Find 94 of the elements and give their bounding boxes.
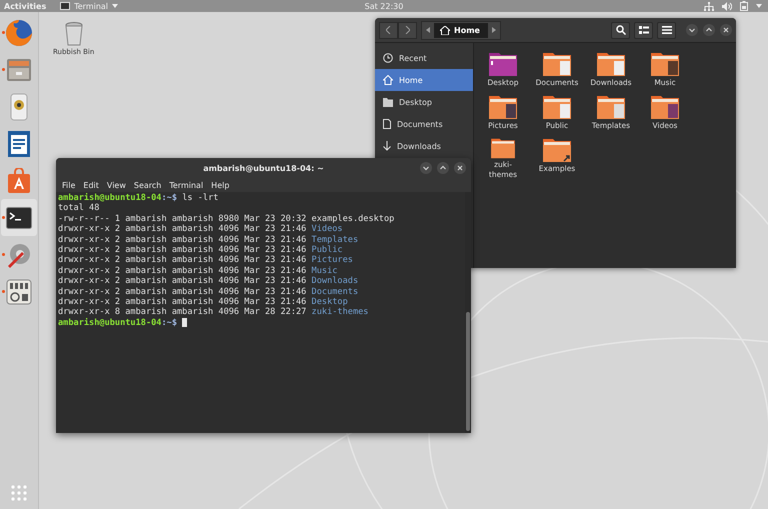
chevron-left-icon xyxy=(386,26,391,34)
menu-item[interactable]: View xyxy=(106,180,126,190)
trash-can-icon xyxy=(64,22,84,46)
shopping-bag-icon xyxy=(7,168,31,194)
sidebar-item[interactable]: Desktop xyxy=(375,91,473,113)
sidebar-item[interactable]: Documents xyxy=(375,113,473,135)
chevron-right-icon xyxy=(405,26,410,34)
file-cabinet-icon xyxy=(6,56,32,82)
triangle-right-icon xyxy=(492,27,496,33)
file-details: drwxr-xr-x 2 ambarish ambarish 4096 Mar 23 21:46 xyxy=(58,266,306,276)
folder-icon xyxy=(542,94,572,120)
sidebar-item[interactable]: Downloads xyxy=(375,135,473,157)
running-indicator xyxy=(2,216,5,219)
battery-icon[interactable] xyxy=(740,1,748,11)
file-name: Templates xyxy=(312,234,358,245)
file-details: drwxr-xr-x 2 ambarish ambarish 4096 Mar 23 21:46 xyxy=(58,244,306,256)
file-details: drwxr-xr-x 2 ambarish ambarish 4096 Mar 23 21:46 xyxy=(58,286,306,297)
document-icon xyxy=(7,130,31,158)
menu-item[interactable]: Search xyxy=(134,180,162,190)
dock-item[interactable] xyxy=(1,199,37,236)
file-name: Music xyxy=(312,266,338,276)
file-details: drwxr-xr-x 8 ambarish ambarish 4096 Mar 28 22:27 xyxy=(58,307,306,318)
menu-item[interactable]: Edit xyxy=(83,180,99,190)
folder-icon xyxy=(596,51,626,77)
prompt-path: :~$ xyxy=(161,318,178,328)
maximize-icon[interactable] xyxy=(437,162,449,174)
file-name: Pictures xyxy=(312,255,353,266)
file-name: examples.desktop xyxy=(312,214,394,224)
file-name: Desktop xyxy=(312,296,348,308)
caret-icon[interactable] xyxy=(756,4,762,8)
command-text: ls -lrt xyxy=(182,193,218,204)
prompt-path: :~$ xyxy=(161,193,178,204)
close-icon[interactable] xyxy=(454,162,466,174)
terminal-icon xyxy=(60,2,70,10)
document-icon xyxy=(383,119,391,129)
running-indicator xyxy=(2,253,5,256)
menu-icon xyxy=(662,26,672,34)
file-details: drwxr-xr-x 2 ambarish ambarish 4096 Mar 23 21:46 xyxy=(58,276,306,287)
folder-icon xyxy=(383,98,393,106)
maximize-icon[interactable] xyxy=(703,24,715,36)
file-name: Documents xyxy=(312,286,358,297)
folder-icon xyxy=(650,94,680,120)
list-icon xyxy=(638,26,648,34)
file-name: Downloads xyxy=(312,276,358,287)
forward-button[interactable] xyxy=(398,22,417,38)
clock-icon xyxy=(383,53,393,63)
window-title: ambarish@ubuntu18-04: ~ xyxy=(203,164,324,172)
menu-button[interactable] xyxy=(657,22,676,38)
running-indicator xyxy=(2,68,5,71)
menu-item[interactable]: Terminal xyxy=(169,180,204,190)
home-icon xyxy=(440,26,450,34)
close-icon[interactable] xyxy=(720,24,732,36)
scrollbar-thumb[interactable] xyxy=(466,312,470,431)
menu-item[interactable]: Help xyxy=(211,180,230,190)
file-details: drwxr-xr-x 2 ambarish ambarish 4096 Mar 23 21:46 xyxy=(58,234,306,245)
triangle-left-icon xyxy=(426,27,430,33)
mixer-icon xyxy=(6,278,32,304)
fox-globe-icon xyxy=(5,18,33,46)
running-indicator xyxy=(2,290,5,293)
back-button[interactable] xyxy=(379,22,398,38)
network-icon[interactable] xyxy=(704,2,714,10)
running-indicator xyxy=(2,31,5,34)
search-icon xyxy=(616,25,626,35)
file-details: drwxr-xr-x 2 ambarish ambarish 4096 Mar 23 21:46 xyxy=(58,296,306,308)
folder-icon xyxy=(542,51,572,77)
caret-icon xyxy=(112,4,118,8)
folder-icon xyxy=(488,51,518,77)
menu-item[interactable]: File xyxy=(62,180,76,190)
file-name: Videos xyxy=(312,224,343,235)
prompt-user-host: ambarish@ubuntu18-04 xyxy=(58,318,162,328)
folder-icon xyxy=(650,51,680,77)
file-details: -rw-r--r-- 1 ambarish ambarish 8980 Mar 23 20:32 xyxy=(58,214,306,224)
volume-icon[interactable] xyxy=(722,2,732,10)
arrow-down-icon xyxy=(383,141,391,151)
view-toggle-button[interactable] xyxy=(634,22,653,38)
folder-icon xyxy=(488,137,518,159)
sidebar-item[interactable]: Home xyxy=(375,69,473,91)
search-button[interactable] xyxy=(611,22,630,38)
prompt-user-host: ambarish@ubuntu18-04 xyxy=(58,193,162,203)
minimize-icon[interactable] xyxy=(420,162,432,174)
text-cursor xyxy=(182,318,188,328)
folder-icon xyxy=(596,94,626,120)
output-text: total 48 xyxy=(58,203,100,214)
terminal-icon xyxy=(6,206,32,228)
file-details: drwxr-xr-x 2 ambarish ambarish 4096 Mar 23 21:46 xyxy=(58,255,306,266)
minimize-icon[interactable] xyxy=(686,24,698,36)
folder-icon xyxy=(542,137,572,163)
file-name: Public xyxy=(312,244,343,256)
file-name: zuki-themes xyxy=(312,307,368,318)
sidebar-item[interactable]: Recent xyxy=(375,47,473,69)
folder-icon xyxy=(488,94,518,120)
file-details: drwxr-xr-x 2 ambarish ambarish 4096 Mar 23 21:46 xyxy=(58,224,306,235)
path-button[interactable]: Home xyxy=(434,22,488,38)
home-icon xyxy=(383,75,393,85)
